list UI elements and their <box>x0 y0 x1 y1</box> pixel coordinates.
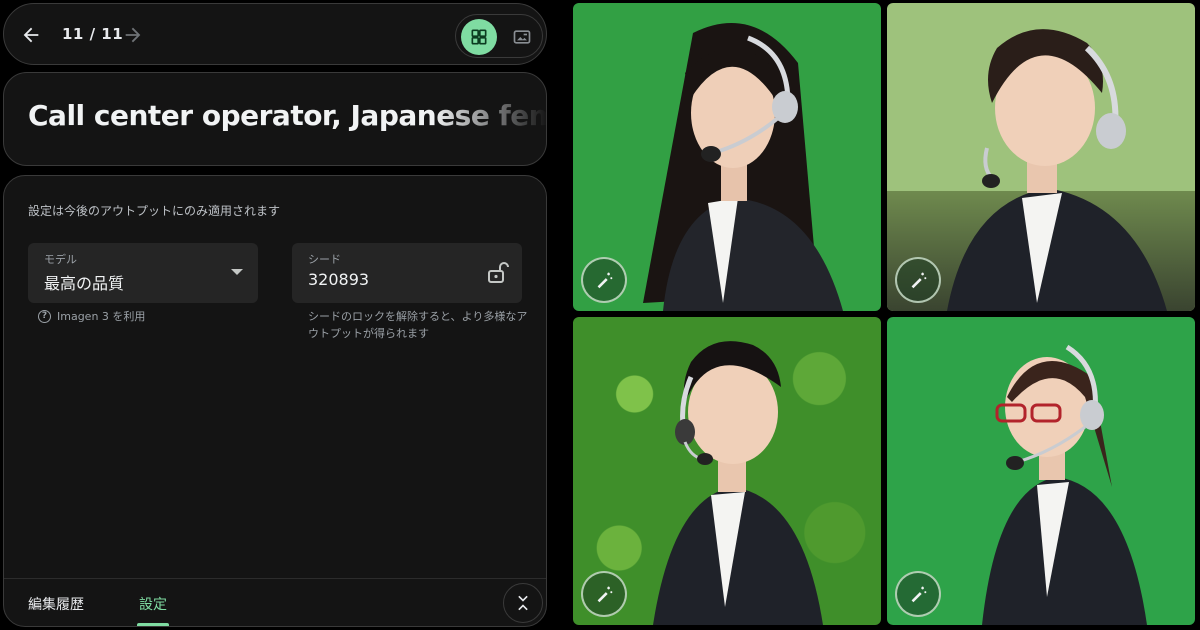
seed-hint: シードのロックを解除すると、より多様なアウトプットが得られます <box>308 310 528 340</box>
seed-value: 320893 <box>308 270 370 289</box>
seed-field[interactable]: シード 320893 <box>292 243 522 303</box>
model-value: 最高の品質 <box>44 274 125 293</box>
edit-image-button[interactable] <box>581 257 627 303</box>
tab-settings[interactable]: 設定 <box>139 594 167 614</box>
dropdown-caret-icon <box>231 269 243 275</box>
model-select[interactable]: モデル 最高の品質 <box>28 243 258 303</box>
help-icon[interactable]: ? <box>38 309 51 323</box>
magic-wand-icon <box>597 586 613 603</box>
settings-panel: 設定は今後のアウトプットにのみ適用されます モデル 最高の品質 シード 3208… <box>3 175 547 627</box>
magic-wand-icon <box>597 272 613 289</box>
top-nav-bar: 11 / 11 <box>3 3 547 65</box>
generated-image-3[interactable] <box>573 317 881 625</box>
collapse-icon <box>518 595 528 611</box>
forward-button[interactable] <box>118 21 148 49</box>
prompt-card[interactable]: Call center operator, Japanese female <box>3 72 547 166</box>
generated-image-2[interactable] <box>887 3 1195 311</box>
unlock-icon <box>488 262 509 283</box>
edit-image-button[interactable] <box>895 257 941 303</box>
model-hint-text: Imagen 3 を利用 <box>57 310 146 323</box>
arrow-left-icon <box>23 27 39 43</box>
edit-image-button[interactable] <box>895 571 941 617</box>
seed-label: シード <box>308 253 341 266</box>
magic-wand-icon <box>911 272 927 289</box>
collapse-button[interactable] <box>503 583 543 623</box>
image-counter: 11 / 11 <box>62 25 124 43</box>
back-button[interactable] <box>16 21 46 49</box>
generated-image-4[interactable] <box>887 317 1195 625</box>
settings-note: 設定は今後のアウトプットにのみ適用されます <box>28 204 281 218</box>
arrow-right-icon <box>125 27 141 43</box>
model-label: モデル <box>44 253 77 266</box>
edit-image-button[interactable] <box>581 571 627 617</box>
view-toggle <box>455 14 543 58</box>
tab-edit-history[interactable]: 編集履歴 <box>28 594 84 614</box>
active-tab-indicator <box>137 623 169 626</box>
model-hint: ? Imagen 3 を利用 <box>38 308 145 324</box>
tabs-divider <box>4 578 546 579</box>
generated-image-1[interactable] <box>573 3 881 311</box>
single-view-button[interactable] <box>504 19 540 55</box>
grid-icon <box>471 29 487 45</box>
image-icon <box>513 30 531 44</box>
app-root: 11 / 11 Call center operator, Japanese f… <box>0 0 1200 630</box>
grid-view-button[interactable] <box>461 19 497 55</box>
magic-wand-icon <box>911 586 927 603</box>
prompt-text: Call center operator, Japanese female <box>28 99 547 132</box>
seed-lock-button[interactable] <box>486 261 510 285</box>
